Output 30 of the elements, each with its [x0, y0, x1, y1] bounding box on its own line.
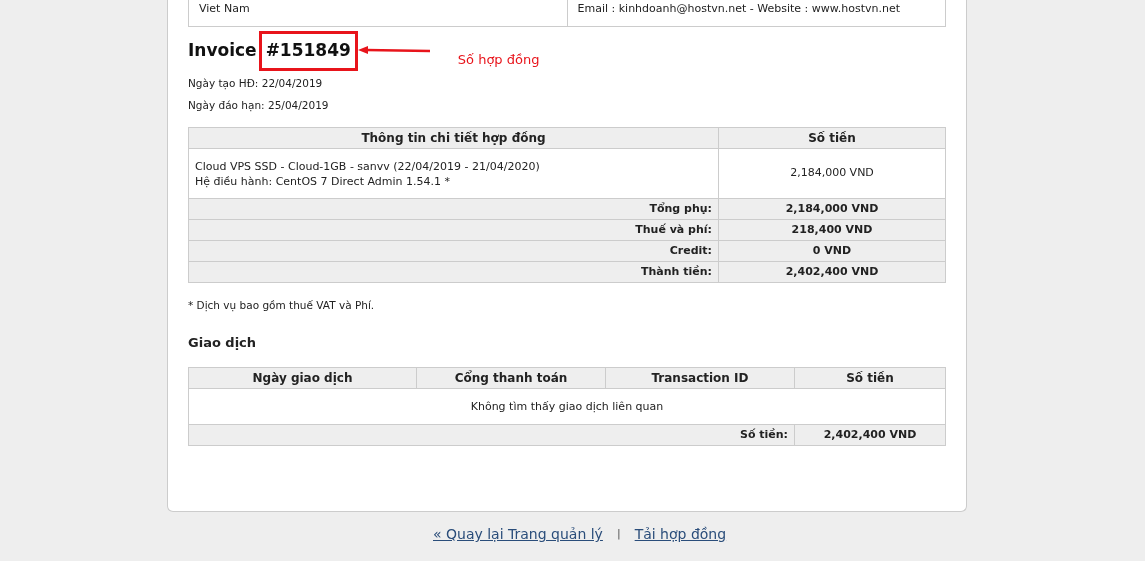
- section-title: Giao dịch: [188, 333, 258, 352]
- invoice-title: Invoice: [188, 39, 257, 63]
- contact-text: Email : kinhdoanh@hostvn.net - Website : www.hostvn.net: [577, 2, 901, 16]
- total-label: Thành tiền:: [188, 261, 719, 283]
- footnote: * Dịch vụ bao gồm thuế VAT và Phí.: [188, 298, 376, 314]
- column-header: Số tiền: [718, 127, 946, 149]
- total-label: Credit:: [188, 240, 719, 262]
- total-value: 2,184,000 VND: [718, 198, 946, 220]
- total-value: 0 VND: [718, 240, 946, 262]
- total-label: Thuế và phí:: [188, 219, 719, 241]
- item-description: Cloud VPS SSD - Cloud-1GB - sanvv (22/04/2019 - 21/04/2020) Hệ điều hành: CentOS 7 Direct Admin 1.54.1 *: [188, 148, 719, 199]
- created-date: Ngày tạo HĐ: 22/04/2019: [188, 76, 324, 92]
- column-header: Transaction ID: [605, 367, 795, 389]
- footer-link[interactable]: « Quay lại Trang quản lý: [433, 524, 603, 545]
- total-label: Tổng phụ:: [188, 198, 719, 220]
- due-date: Ngày đáo hạn: 25/04/2019: [188, 98, 330, 114]
- table-cell: 2,184,000 VND: [718, 148, 946, 199]
- annotation-label: Số hợp đồng: [457, 51, 540, 70]
- separator: |: [616, 526, 621, 543]
- empty-message: Không tìm thấy giao dịch liên quan: [188, 388, 946, 425]
- column-header: Thông tin chi tiết hợp đồng: [188, 127, 719, 149]
- footer-link[interactable]: Tải hợp đồng: [634, 524, 727, 545]
- invoice-number: #151849: [258, 31, 358, 71]
- address-text: Viet Nam: [199, 2, 250, 16]
- column-header: Cổng thanh toán: [416, 367, 606, 389]
- total-value: 2,402,400 VND: [718, 261, 946, 283]
- total-value: 218,400 VND: [718, 219, 946, 241]
- column-header: Số tiền: [794, 367, 946, 389]
- column-header: Ngày giao dịch: [188, 367, 417, 389]
- total-label: Số tiền:: [188, 424, 795, 446]
